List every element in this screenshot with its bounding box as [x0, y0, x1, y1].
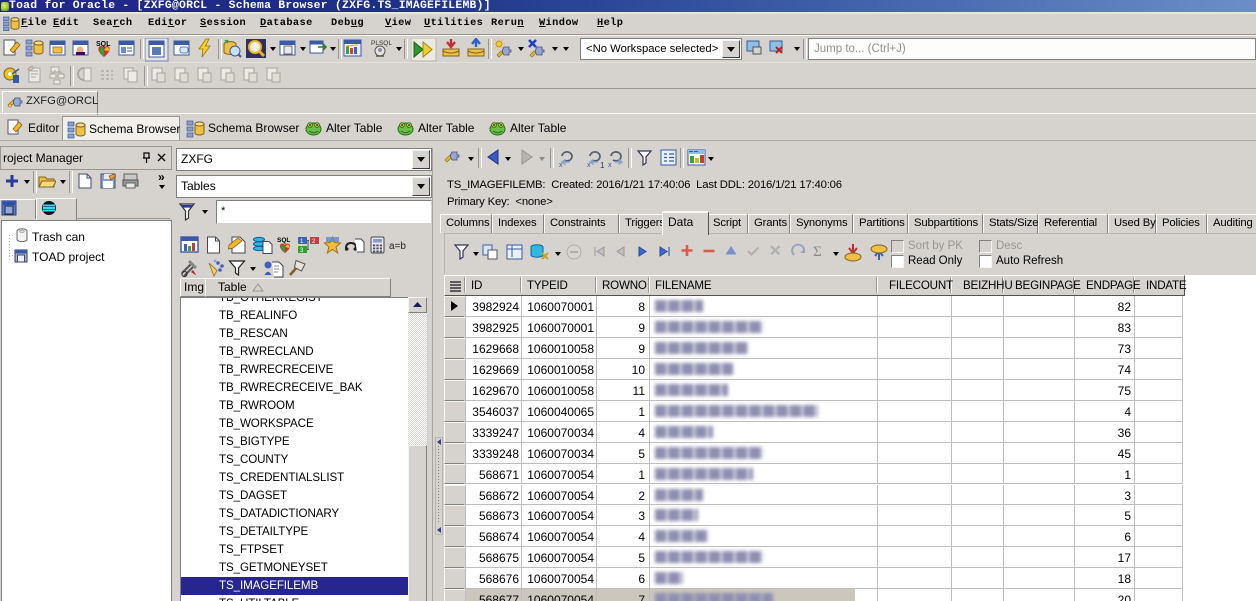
svg-text:a=b: a=b — [389, 241, 406, 252]
svg-text:Σ: Σ — [813, 244, 822, 260]
svg-text:1: 1 — [600, 161, 605, 170]
svg-text:x: x — [559, 162, 563, 169]
svg-text:SQL: SQL — [277, 237, 290, 244]
svg-text:x: x — [608, 162, 612, 169]
svg-text:x: x — [587, 162, 591, 169]
